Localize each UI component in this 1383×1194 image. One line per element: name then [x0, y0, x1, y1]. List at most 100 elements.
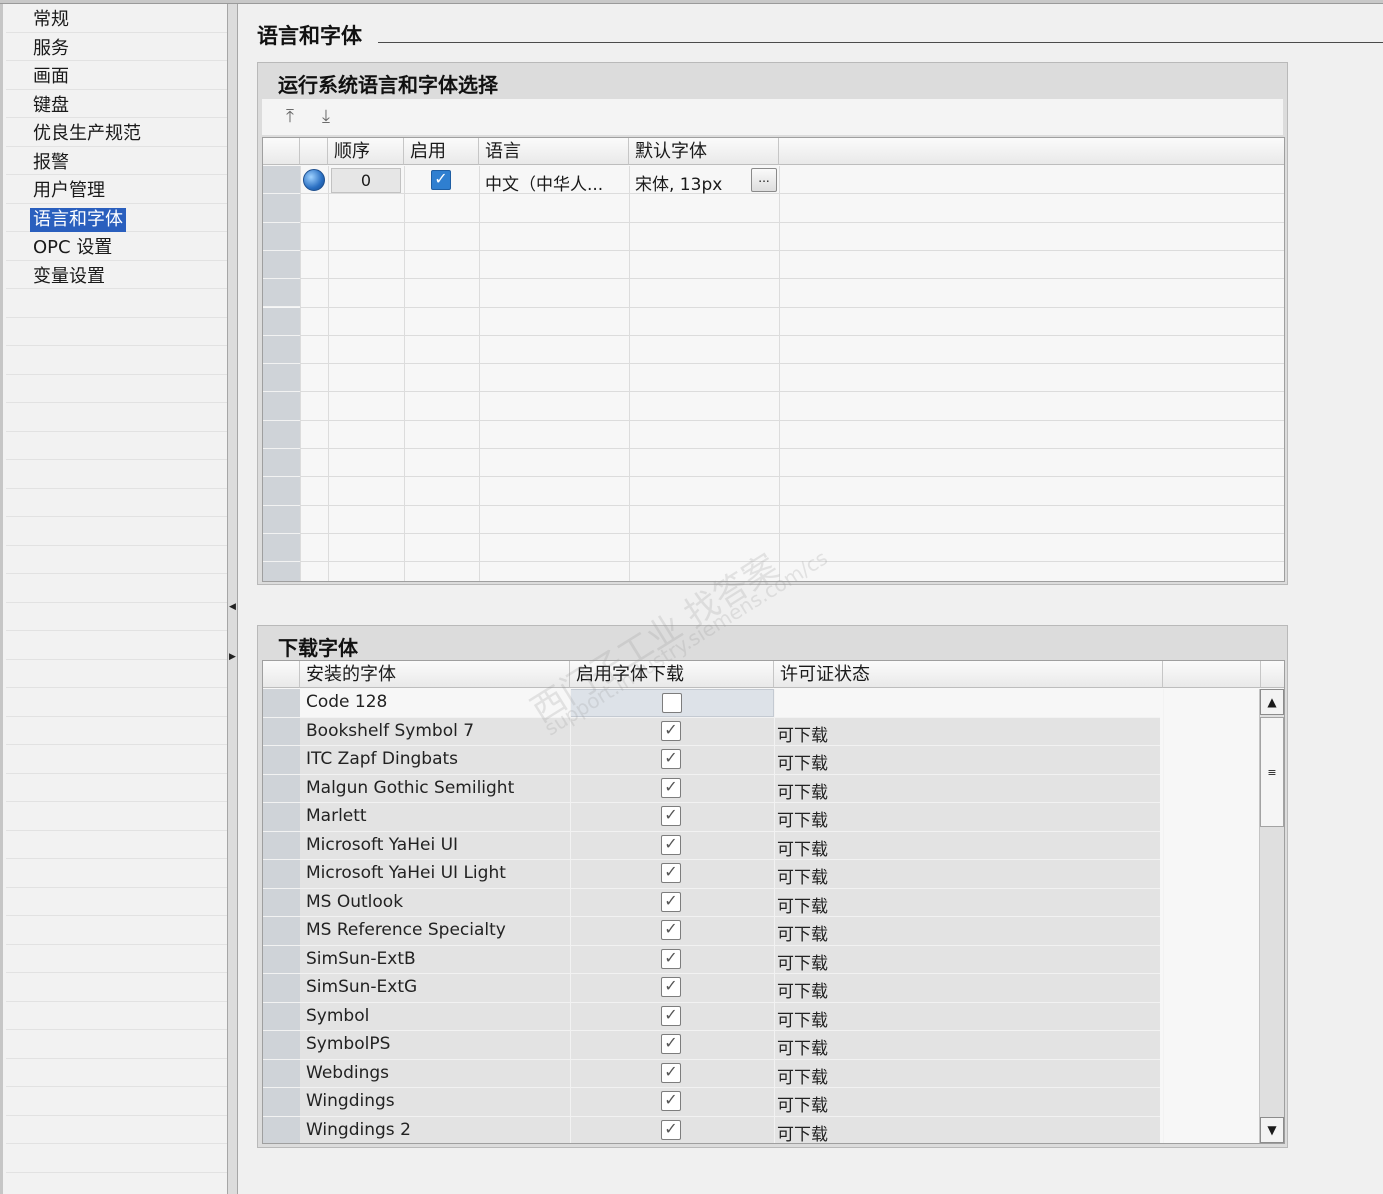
- row-header[interactable]: [263, 831, 300, 860]
- nav-item-5[interactable]: 报警: [30, 151, 72, 175]
- row-header[interactable]: [263, 746, 300, 775]
- scroll-down-button[interactable]: ▼: [1260, 1117, 1284, 1143]
- language-cell[interactable]: 中文（中华人...: [485, 170, 625, 195]
- row-header[interactable]: [263, 689, 300, 718]
- enable-download-checkbox[interactable]: ✓: [661, 777, 681, 798]
- collapse-left-arrow-icon[interactable]: ◀: [229, 594, 236, 620]
- row-header[interactable]: [263, 194, 300, 223]
- row-header[interactable]: [263, 222, 300, 251]
- col-enabled-header[interactable]: 启用: [404, 138, 479, 165]
- enable-download-checkbox[interactable]: ✓: [661, 891, 681, 912]
- font-row[interactable]: Symbol ✓ 可下载: [300, 1002, 1160, 1031]
- enable-download-checkbox[interactable]: ✓: [661, 748, 681, 769]
- font-row[interactable]: SymbolPS ✓ 可下载: [300, 1031, 1160, 1060]
- enable-download-checkbox[interactable]: ✓: [661, 1090, 681, 1111]
- col-enable-download-header[interactable]: 启用字体下载: [570, 661, 774, 688]
- font-row[interactable]: Malgun Gothic Semilight ✓ 可下载: [300, 774, 1160, 803]
- row-header[interactable]: [263, 945, 300, 974]
- page-title: 语言和字体: [257, 20, 370, 50]
- row-header[interactable]: [263, 364, 300, 393]
- row-header[interactable]: [263, 803, 300, 832]
- font-row[interactable]: ITC Zapf Dingbats ✓ 可下载: [300, 746, 1160, 775]
- row-header[interactable]: [263, 250, 300, 280]
- row-header[interactable]: [263, 917, 300, 946]
- enable-download-checkbox[interactable]: ✓: [661, 1062, 681, 1083]
- font-row[interactable]: Microsoft YaHei UI ✓ 可下载: [300, 831, 1160, 860]
- nav-item-9[interactable]: 变量设置: [30, 265, 108, 289]
- font-row[interactable]: Webdings ✓ 可下载: [300, 1059, 1160, 1088]
- row-header[interactable]: [263, 307, 300, 336]
- col-license-status-header[interactable]: 许可证状态: [774, 661, 1163, 688]
- language-enabled-checkbox[interactable]: ✓: [431, 169, 451, 190]
- row-header[interactable]: [263, 562, 300, 581]
- col-installed-font-header[interactable]: 安装的字体: [300, 661, 570, 688]
- row-header[interactable]: [263, 774, 300, 803]
- enable-download-checkbox[interactable]: ✓: [661, 948, 681, 969]
- row-header-corner: [263, 661, 300, 688]
- font-row[interactable]: Marlett ✓ 可下载: [300, 803, 1160, 832]
- row-header[interactable]: [263, 1002, 300, 1031]
- font-row[interactable]: MS Outlook ✓ 可下载: [300, 888, 1160, 917]
- enable-download-checkbox[interactable]: ✓: [661, 1033, 681, 1054]
- font-row[interactable]: Wingdings 2 ✓ 可下载: [300, 1116, 1160, 1144]
- row-header[interactable]: [263, 505, 300, 534]
- col-default-font-header[interactable]: 默认字体: [629, 138, 779, 165]
- nav-item-1[interactable]: 服务: [30, 37, 72, 61]
- row-header[interactable]: [263, 420, 300, 449]
- row-header[interactable]: [263, 166, 300, 195]
- enable-download-checkbox[interactable]: ✓: [661, 976, 681, 997]
- enable-download-checkbox[interactable]: ✓: [661, 919, 681, 940]
- nav-row: [6, 403, 228, 432]
- row-header[interactable]: [263, 477, 300, 506]
- row-header[interactable]: [263, 888, 300, 917]
- row-header[interactable]: [263, 860, 300, 889]
- font-row[interactable]: Microsoft YaHei UI Light ✓ 可下载: [300, 860, 1160, 889]
- row-header[interactable]: [263, 449, 300, 478]
- nav-item-0[interactable]: 常规: [30, 8, 72, 32]
- move-up-button[interactable]: ⤒: [276, 104, 304, 130]
- row-header[interactable]: [263, 974, 300, 1003]
- font-name: Malgun Gothic Semilight: [306, 777, 515, 798]
- enable-download-checkbox[interactable]: [662, 693, 682, 713]
- default-font-cell[interactable]: 宋体, 13px: [635, 170, 745, 195]
- browse-font-button[interactable]: ...: [751, 168, 777, 192]
- row-header[interactable]: [263, 533, 300, 563]
- nav-item-8[interactable]: OPC 设置: [30, 236, 115, 260]
- enable-download-cell: ✓: [570, 1117, 774, 1144]
- nav-row: [6, 1116, 228, 1144]
- nav-item-2[interactable]: 画面: [30, 65, 72, 89]
- scroll-up-button[interactable]: ▲: [1260, 689, 1284, 715]
- enable-download-checkbox[interactable]: ✓: [661, 834, 681, 855]
- row-header[interactable]: [263, 279, 300, 308]
- enable-download-checkbox[interactable]: ✓: [661, 1119, 681, 1140]
- enable-download-checkbox[interactable]: ✓: [661, 805, 681, 826]
- enable-download-cell: ✓: [570, 1088, 774, 1116]
- expand-right-arrow-icon[interactable]: ▶: [229, 644, 236, 670]
- row-header[interactable]: [263, 335, 300, 365]
- nav-item-3[interactable]: 键盘: [30, 94, 72, 118]
- row-header[interactable]: [263, 1031, 300, 1060]
- enable-download-checkbox[interactable]: ✓: [661, 720, 681, 741]
- font-row[interactable]: SimSun-ExtB ✓ 可下载: [300, 945, 1160, 974]
- scrollbar-thumb[interactable]: ≡: [1260, 717, 1284, 827]
- font-row[interactable]: Code 128: [300, 689, 1160, 718]
- row-header[interactable]: [263, 717, 300, 746]
- font-row[interactable]: MS Reference Specialty ✓ 可下载: [300, 917, 1160, 946]
- enable-download-checkbox[interactable]: ✓: [661, 862, 681, 883]
- nav-item-7[interactable]: 语言和字体: [30, 207, 126, 232]
- nav-item-4[interactable]: 优良生产规范: [30, 122, 144, 146]
- col-order-header[interactable]: 顺序: [328, 138, 404, 165]
- enable-download-checkbox[interactable]: ✓: [661, 1005, 681, 1026]
- row-header[interactable]: [263, 1059, 300, 1088]
- row-header[interactable]: [263, 1088, 300, 1117]
- fonts-vertical-scrollbar[interactable]: ▲ ≡ ▼: [1259, 689, 1284, 1143]
- row-header[interactable]: [263, 1116, 300, 1143]
- font-row[interactable]: Wingdings ✓ 可下载: [300, 1088, 1160, 1117]
- font-row[interactable]: Bookshelf Symbol 7 ✓ 可下载: [300, 717, 1160, 746]
- nav-item-6[interactable]: 用户管理: [30, 179, 108, 203]
- move-down-button[interactable]: ⤓: [312, 104, 340, 130]
- font-row[interactable]: SimSun-ExtG ✓ 可下载: [300, 974, 1160, 1003]
- order-field[interactable]: 0: [331, 168, 401, 193]
- col-language-header[interactable]: 语言: [479, 138, 629, 165]
- row-header[interactable]: [263, 392, 300, 421]
